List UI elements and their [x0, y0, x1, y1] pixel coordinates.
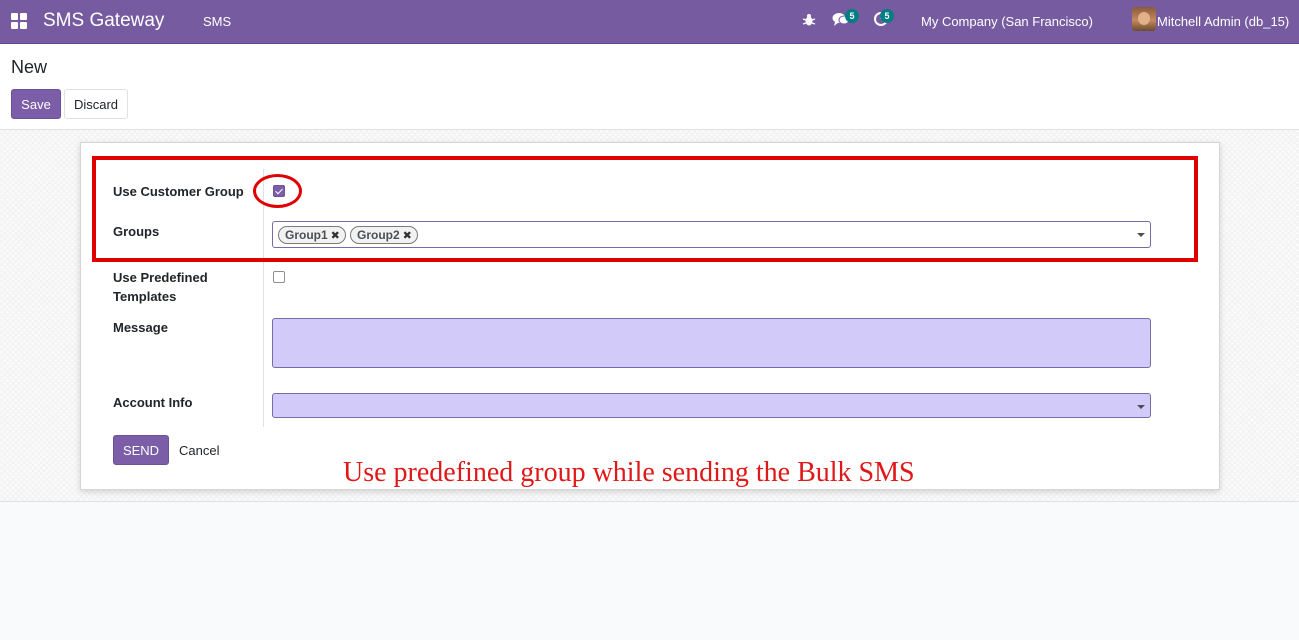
user-menu[interactable]: Mitchell Admin (db_15)	[1157, 14, 1289, 29]
company-switcher[interactable]: My Company (San Francisco)	[921, 14, 1093, 29]
apps-menu-icon[interactable]	[11, 13, 27, 29]
form-sheet: Use Customer Group Groups Group1 ✖ Group2…	[80, 142, 1220, 490]
highlight-circle	[253, 174, 302, 208]
account-info-select[interactable]	[272, 393, 1151, 418]
annotation-caption: Use predefined group while sending the B…	[343, 457, 915, 488]
chevron-down-icon[interactable]	[1137, 405, 1145, 409]
form-view-background: Use Customer Group Groups Group1 ✖ Group2…	[0, 130, 1299, 502]
use-predefined-templates-checkbox[interactable]	[273, 271, 285, 283]
breadcrumb: New	[11, 57, 48, 77]
menu-item-sms[interactable]: SMS	[203, 14, 231, 29]
account-info-label: Account Info	[113, 395, 193, 410]
cancel-link[interactable]: Cancel	[179, 443, 219, 458]
activity-count-badge: 5	[880, 9, 894, 23]
chat-count-badge: 5	[845, 9, 859, 23]
message-label: Message	[113, 320, 168, 335]
top-navbar: SMS Gateway SMS 5 5 My Company (San Fran…	[0, 0, 1299, 44]
app-title[interactable]: SMS Gateway	[43, 10, 164, 32]
discard-button[interactable]: Discard	[64, 89, 128, 119]
message-textarea[interactable]	[272, 318, 1151, 368]
highlight-rectangle	[92, 156, 1198, 262]
control-panel: New Save Discard	[0, 44, 1299, 130]
bug-icon[interactable]	[802, 13, 816, 27]
user-avatar[interactable]	[1132, 7, 1156, 31]
save-button[interactable]: Save	[11, 89, 61, 119]
use-predefined-templates-label: Use Predefined Templates	[113, 270, 208, 304]
send-button[interactable]: SEND	[113, 435, 169, 465]
